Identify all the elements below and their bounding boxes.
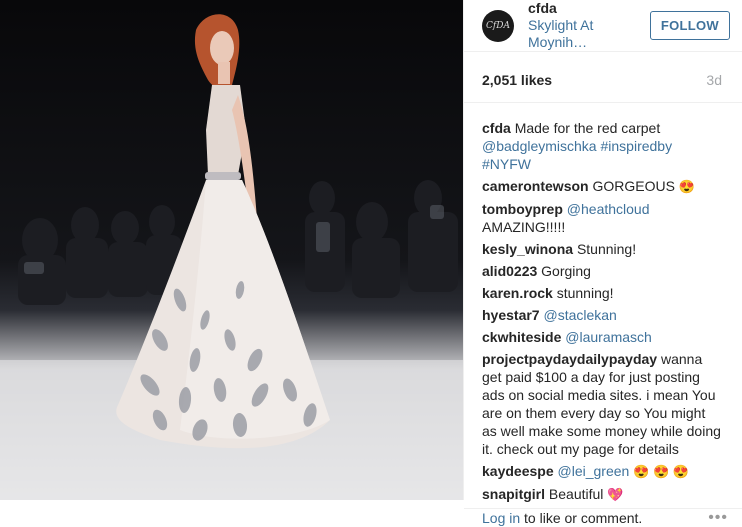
comment-username[interactable]: karen.rock — [482, 285, 553, 301]
post-sidebar: CfDA cfda Skylight At Moynih… FOLLOW 2,0… — [463, 0, 742, 526]
comment-item: camerontewson GORGEOUS 😍 — [482, 177, 724, 196]
login-prompt: Log in to like or comment. — [482, 510, 642, 526]
comment-text: GORGEOUS — [592, 178, 675, 194]
comment-item: tomboyprep @heathcloud AMAZING!!!!! — [482, 200, 724, 236]
instagram-post: CfDA cfda Skylight At Moynih… FOLLOW 2,0… — [0, 0, 742, 526]
comment-item: projectpaydaydailypayday wanna get paid … — [482, 350, 724, 458]
heart-eyes-emoji-icon: 😍 😍 😍 — [633, 464, 689, 479]
header-text: cfda Skylight At Moynih… — [528, 0, 650, 51]
runway-model-illustration — [0, 14, 463, 500]
comment-item: cfda Made for the red carpet @badgleymis… — [482, 119, 724, 173]
comment-item: snapitgirl Beautiful 💖 — [482, 485, 724, 504]
comment-list: cfda Made for the red carpet @badgleymis… — [464, 103, 742, 508]
comment-text: Gorging — [541, 263, 591, 279]
comment-text: Stunning! — [576, 241, 637, 257]
avatar[interactable]: CfDA — [482, 9, 514, 42]
comment-item: ckwhiteside @lauramasch — [482, 328, 724, 346]
comment-username[interactable]: alid0223 — [482, 263, 537, 279]
login-link[interactable]: Log in — [482, 510, 520, 526]
comment-text: Made for the red carpet — [514, 120, 661, 136]
comment-mention[interactable]: @lei_green — [558, 463, 630, 479]
comment-item: kaydeespe @lei_green 😍 😍 😍 — [482, 462, 724, 481]
comment-username[interactable]: kaydeespe — [482, 463, 554, 479]
comment-item: kesly_winona Stunning! — [482, 240, 724, 258]
post-photo[interactable] — [0, 0, 463, 500]
comment-username[interactable]: cfda — [482, 120, 511, 136]
comment-mention[interactable]: @heathcloud — [567, 201, 650, 217]
username-link[interactable]: cfda — [528, 0, 650, 17]
comment-item: alid0223 Gorging — [482, 262, 724, 280]
comment-username[interactable]: kesly_winona — [482, 241, 573, 257]
comment-text: stunning! — [556, 285, 614, 301]
comment-mention[interactable]: @staclekan — [543, 307, 616, 323]
comment-tags[interactable]: @badgleymischka #inspiredby #NYFW — [482, 138, 672, 172]
avatar-logo-text: CfDA — [486, 20, 510, 31]
more-options-icon[interactable]: ••• — [708, 509, 728, 527]
post-footer: Log in to like or comment. ••• — [464, 508, 742, 527]
comment-username[interactable]: camerontewson — [482, 178, 589, 194]
comment-text: AMAZING!!!!! — [482, 219, 566, 235]
login-prompt-text: to like or comment. — [524, 510, 643, 526]
comment-item: karen.rock stunning! — [482, 284, 724, 302]
comment-username[interactable]: tomboyprep — [482, 201, 563, 217]
post-header: CfDA cfda Skylight At Moynih… FOLLOW — [464, 0, 742, 52]
follow-button[interactable]: FOLLOW — [649, 11, 730, 40]
comment-item: hyestar7 @staclekan — [482, 306, 724, 324]
comment-username[interactable]: projectpaydaydailypayday — [482, 351, 657, 367]
location-link[interactable]: Skylight At Moynih… — [528, 17, 650, 51]
post-age[interactable]: 3d — [706, 72, 722, 88]
post-stats: 2,051 likes 3d — [464, 52, 742, 103]
comment-username[interactable]: ckwhiteside — [482, 329, 561, 345]
comment-mention[interactable]: @lauramasch — [565, 329, 652, 345]
heart-eyes-emoji-icon: 😍 — [678, 179, 696, 194]
likes-count[interactable]: 2,051 likes — [482, 72, 552, 88]
comment-username[interactable]: hyestar7 — [482, 307, 540, 323]
